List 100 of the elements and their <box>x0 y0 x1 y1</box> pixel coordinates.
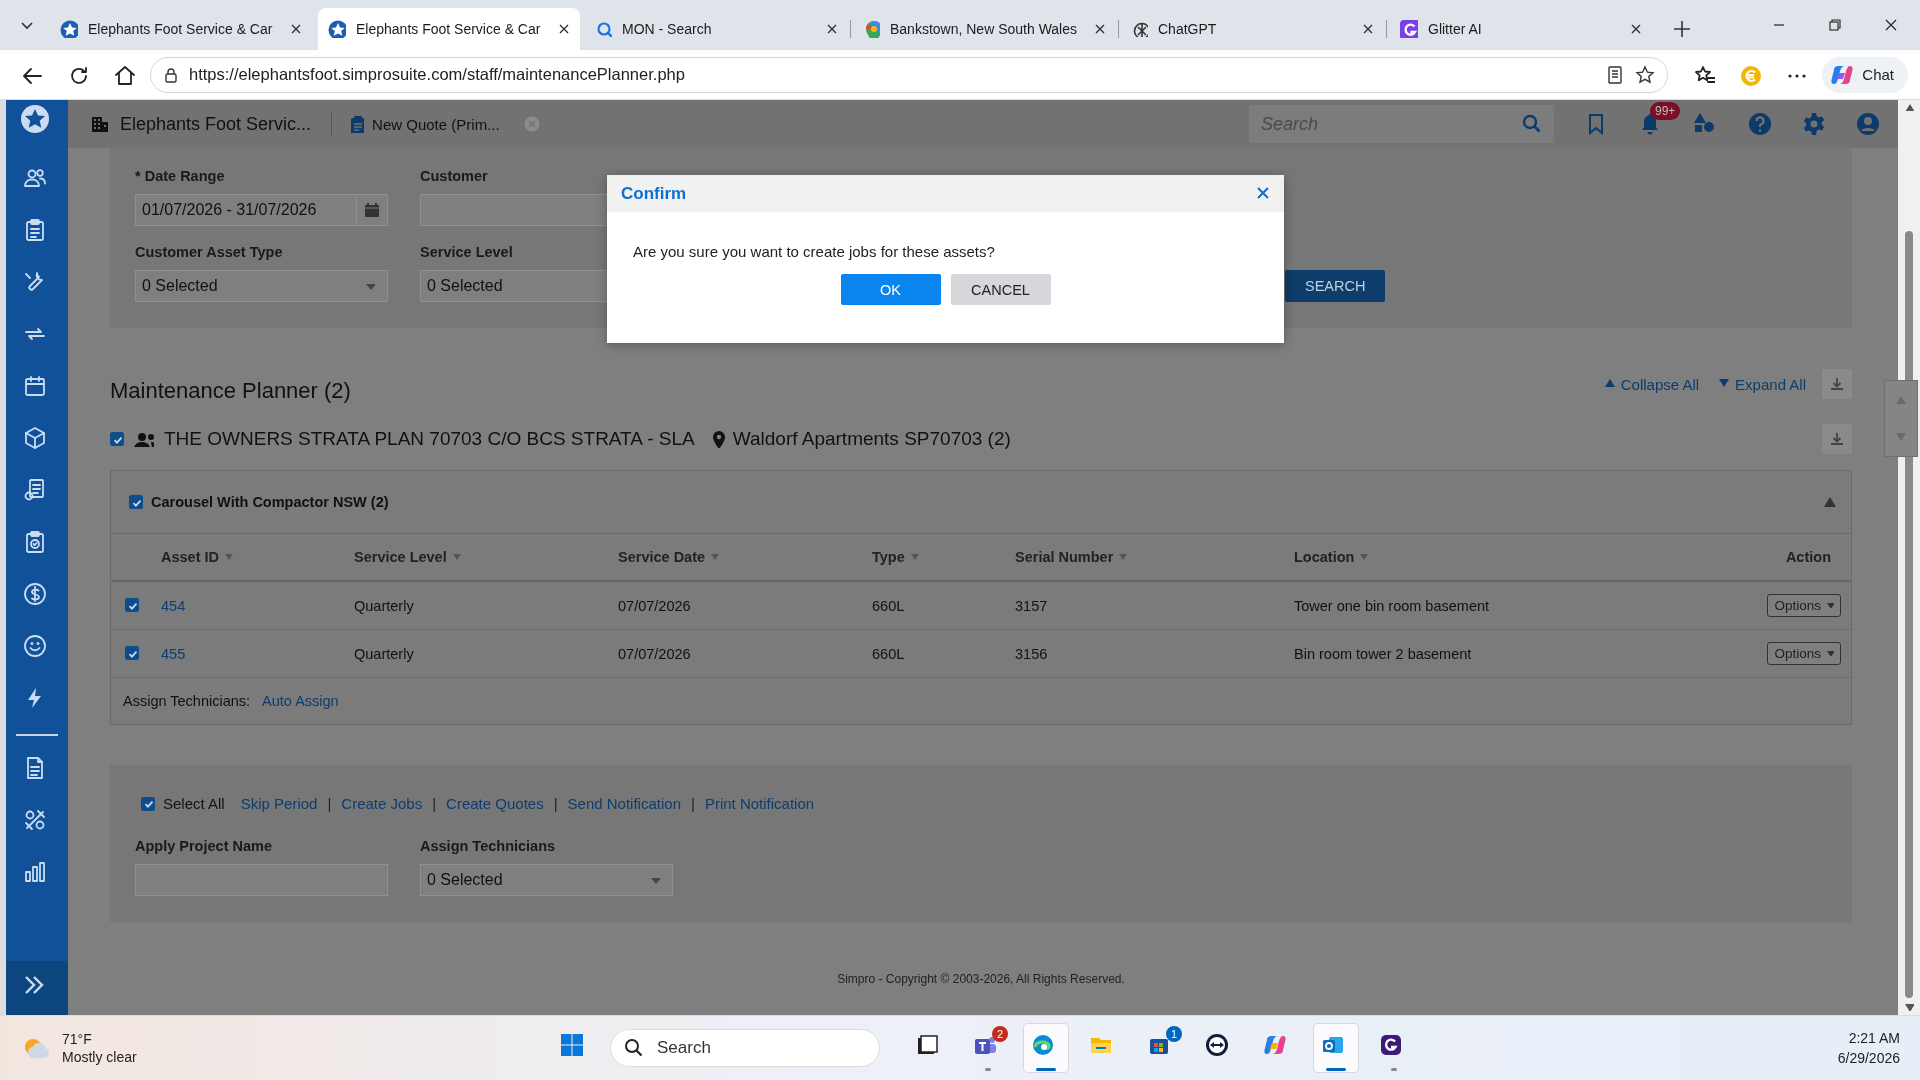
search-icon[interactable] <box>1522 114 1542 134</box>
table-cell: 660L <box>872 597 905 614</box>
company-name[interactable]: Elephants Foot Servic... <box>120 113 312 135</box>
down-icon[interactable] <box>1904 1004 1914 1011</box>
check-icon <box>142 798 154 809</box>
action-link[interactable]: Skip Period <box>240 795 318 812</box>
close-icon[interactable] <box>1362 23 1374 35</box>
download-button[interactable] <box>1822 369 1852 399</box>
open-tab[interactable]: New Quote (Prim... <box>372 115 500 133</box>
column-header[interactable]: Type <box>872 549 919 565</box>
sort-icon <box>1360 554 1369 560</box>
select-field[interactable]: 0 Selected <box>420 864 673 896</box>
cancel-button[interactable]: CANCEL <box>950 274 1051 305</box>
taskbar-app[interactable]: 2 <box>966 1024 1010 1072</box>
close-icon[interactable] <box>826 23 838 35</box>
ok-button[interactable]: OK <box>840 274 941 305</box>
action-link[interactable]: Create Jobs <box>341 795 423 812</box>
column-header[interactable]: Asset ID <box>161 549 234 565</box>
caret-icon <box>366 284 375 290</box>
options-button[interactable]: Options <box>1767 594 1841 617</box>
download-button[interactable] <box>1822 424 1852 454</box>
search-button[interactable]: SEARCH <box>1285 270 1386 302</box>
separator: | <box>432 795 437 812</box>
collapse-all-link[interactable]: Collapse All <box>1604 375 1700 393</box>
taskbar-app[interactable]: 1 <box>1140 1024 1184 1072</box>
action-link[interactable]: Create Quotes <box>446 795 544 812</box>
text-field[interactable] <box>135 864 388 896</box>
checkbox[interactable] <box>125 646 139 660</box>
triangle-down-icon <box>1719 379 1732 389</box>
close-icon[interactable] <box>558 23 570 35</box>
new-tab-icon[interactable] <box>1672 19 1692 39</box>
download-icon <box>1829 431 1845 447</box>
browser-tab[interactable]: MON - Search <box>586 8 848 50</box>
checkbox[interactable] <box>125 598 139 612</box>
select-field[interactable]: 0 Selected <box>135 270 388 302</box>
auto-assign-link[interactable]: Auto Assign <box>262 693 339 709</box>
column-header[interactable]: Location <box>1294 549 1369 565</box>
chat-button[interactable]: Chat <box>1822 56 1908 93</box>
triangle-up-icon <box>1604 379 1617 389</box>
sort-icon <box>910 554 919 560</box>
options-button[interactable]: Options <box>1767 642 1841 665</box>
select-all-checkbox[interactable] <box>141 796 155 811</box>
restore-icon[interactable] <box>1829 19 1841 31</box>
table-cell: Quarterly <box>354 645 414 662</box>
field-label: Assign Technicians <box>420 838 556 854</box>
collapse-icon[interactable] <box>1824 496 1837 508</box>
column-header: Action <box>1785 549 1831 565</box>
notification-badge: 99+ <box>1650 102 1681 120</box>
star-logo-icon <box>328 20 346 38</box>
separator: | <box>691 795 695 812</box>
site-name: Waldorf Apartments SP70703 (2) <box>732 428 1011 450</box>
clipboard-icon <box>350 115 365 133</box>
count-badge: 2 <box>992 1026 1008 1042</box>
knot-logo-icon <box>1132 21 1148 37</box>
column-header[interactable]: Service Level <box>354 549 461 565</box>
caret-icon <box>1827 651 1834 656</box>
close-icon[interactable] <box>1630 23 1642 35</box>
table-cell: 3157 <box>1015 597 1048 614</box>
date-range-field[interactable]: 01/07/2026 - 31/07/2026 <box>135 194 388 226</box>
star-icon[interactable] <box>1635 64 1656 85</box>
building-icon <box>90 114 110 134</box>
address-bar[interactable]: https://elephantsfoot.simprosuite.com/staff/maintenancePlanner.php <box>150 56 1669 93</box>
select-all-label: Select All <box>163 795 225 812</box>
browser-tab[interactable]: Elephants Foot Service & Car <box>318 8 580 50</box>
taskbar-search[interactable]: Search <box>610 1029 880 1067</box>
search-icon <box>596 21 612 37</box>
expand-all-link[interactable]: Expand All <box>1719 375 1806 393</box>
browser-tab[interactable]: Bankstown, New South Wales <box>854 8 1116 50</box>
temperature-text: 71°F <box>62 1031 93 1047</box>
close-icon[interactable] <box>290 23 302 35</box>
caret-icon <box>651 878 660 884</box>
browser-tab[interactable]: ChatGPT <box>1122 8 1384 50</box>
field-label: Customer <box>420 168 488 184</box>
checkbox[interactable] <box>129 495 143 509</box>
favorites-icon[interactable] <box>1693 63 1716 86</box>
home-icon[interactable] <box>113 63 135 86</box>
checkbox[interactable] <box>110 432 124 446</box>
table-cell: Quarterly <box>354 597 414 614</box>
dialog-title: Confirm <box>621 183 687 204</box>
browser-tab[interactable]: Glitter AI <box>1390 8 1652 50</box>
close-icon[interactable] <box>1885 18 1898 32</box>
field-label: Apply Project Name <box>135 838 272 854</box>
count-badge: 1 <box>1166 1026 1182 1042</box>
search-icon <box>624 1038 644 1058</box>
clock-date: 6/29/2026 <box>1837 1050 1900 1066</box>
browser-tab[interactable]: Elephants Foot Service & Car <box>50 8 312 50</box>
close-icon[interactable] <box>1094 23 1106 35</box>
column-header[interactable]: Service Date <box>618 549 720 565</box>
calendar-icon[interactable] <box>364 202 380 218</box>
copyright-text: Simpro - Copyright © 2003-2026, All Rights Reserved. <box>836 972 1126 986</box>
scrollbar-thumb[interactable] <box>1905 231 1913 998</box>
table-cell: Bin room tower 2 basement <box>1294 645 1472 662</box>
field-label: Customer Asset Type <box>135 244 283 260</box>
asset-link[interactable]: 455 <box>161 645 186 662</box>
action-link[interactable]: Print Notification <box>704 795 815 812</box>
action-link[interactable]: Send Notification <box>567 795 681 812</box>
field-label: * Date Range <box>135 168 225 184</box>
asset-link[interactable]: 454 <box>161 597 186 614</box>
column-header[interactable]: Serial Number <box>1015 549 1128 565</box>
up-icon[interactable] <box>1904 104 1914 111</box>
